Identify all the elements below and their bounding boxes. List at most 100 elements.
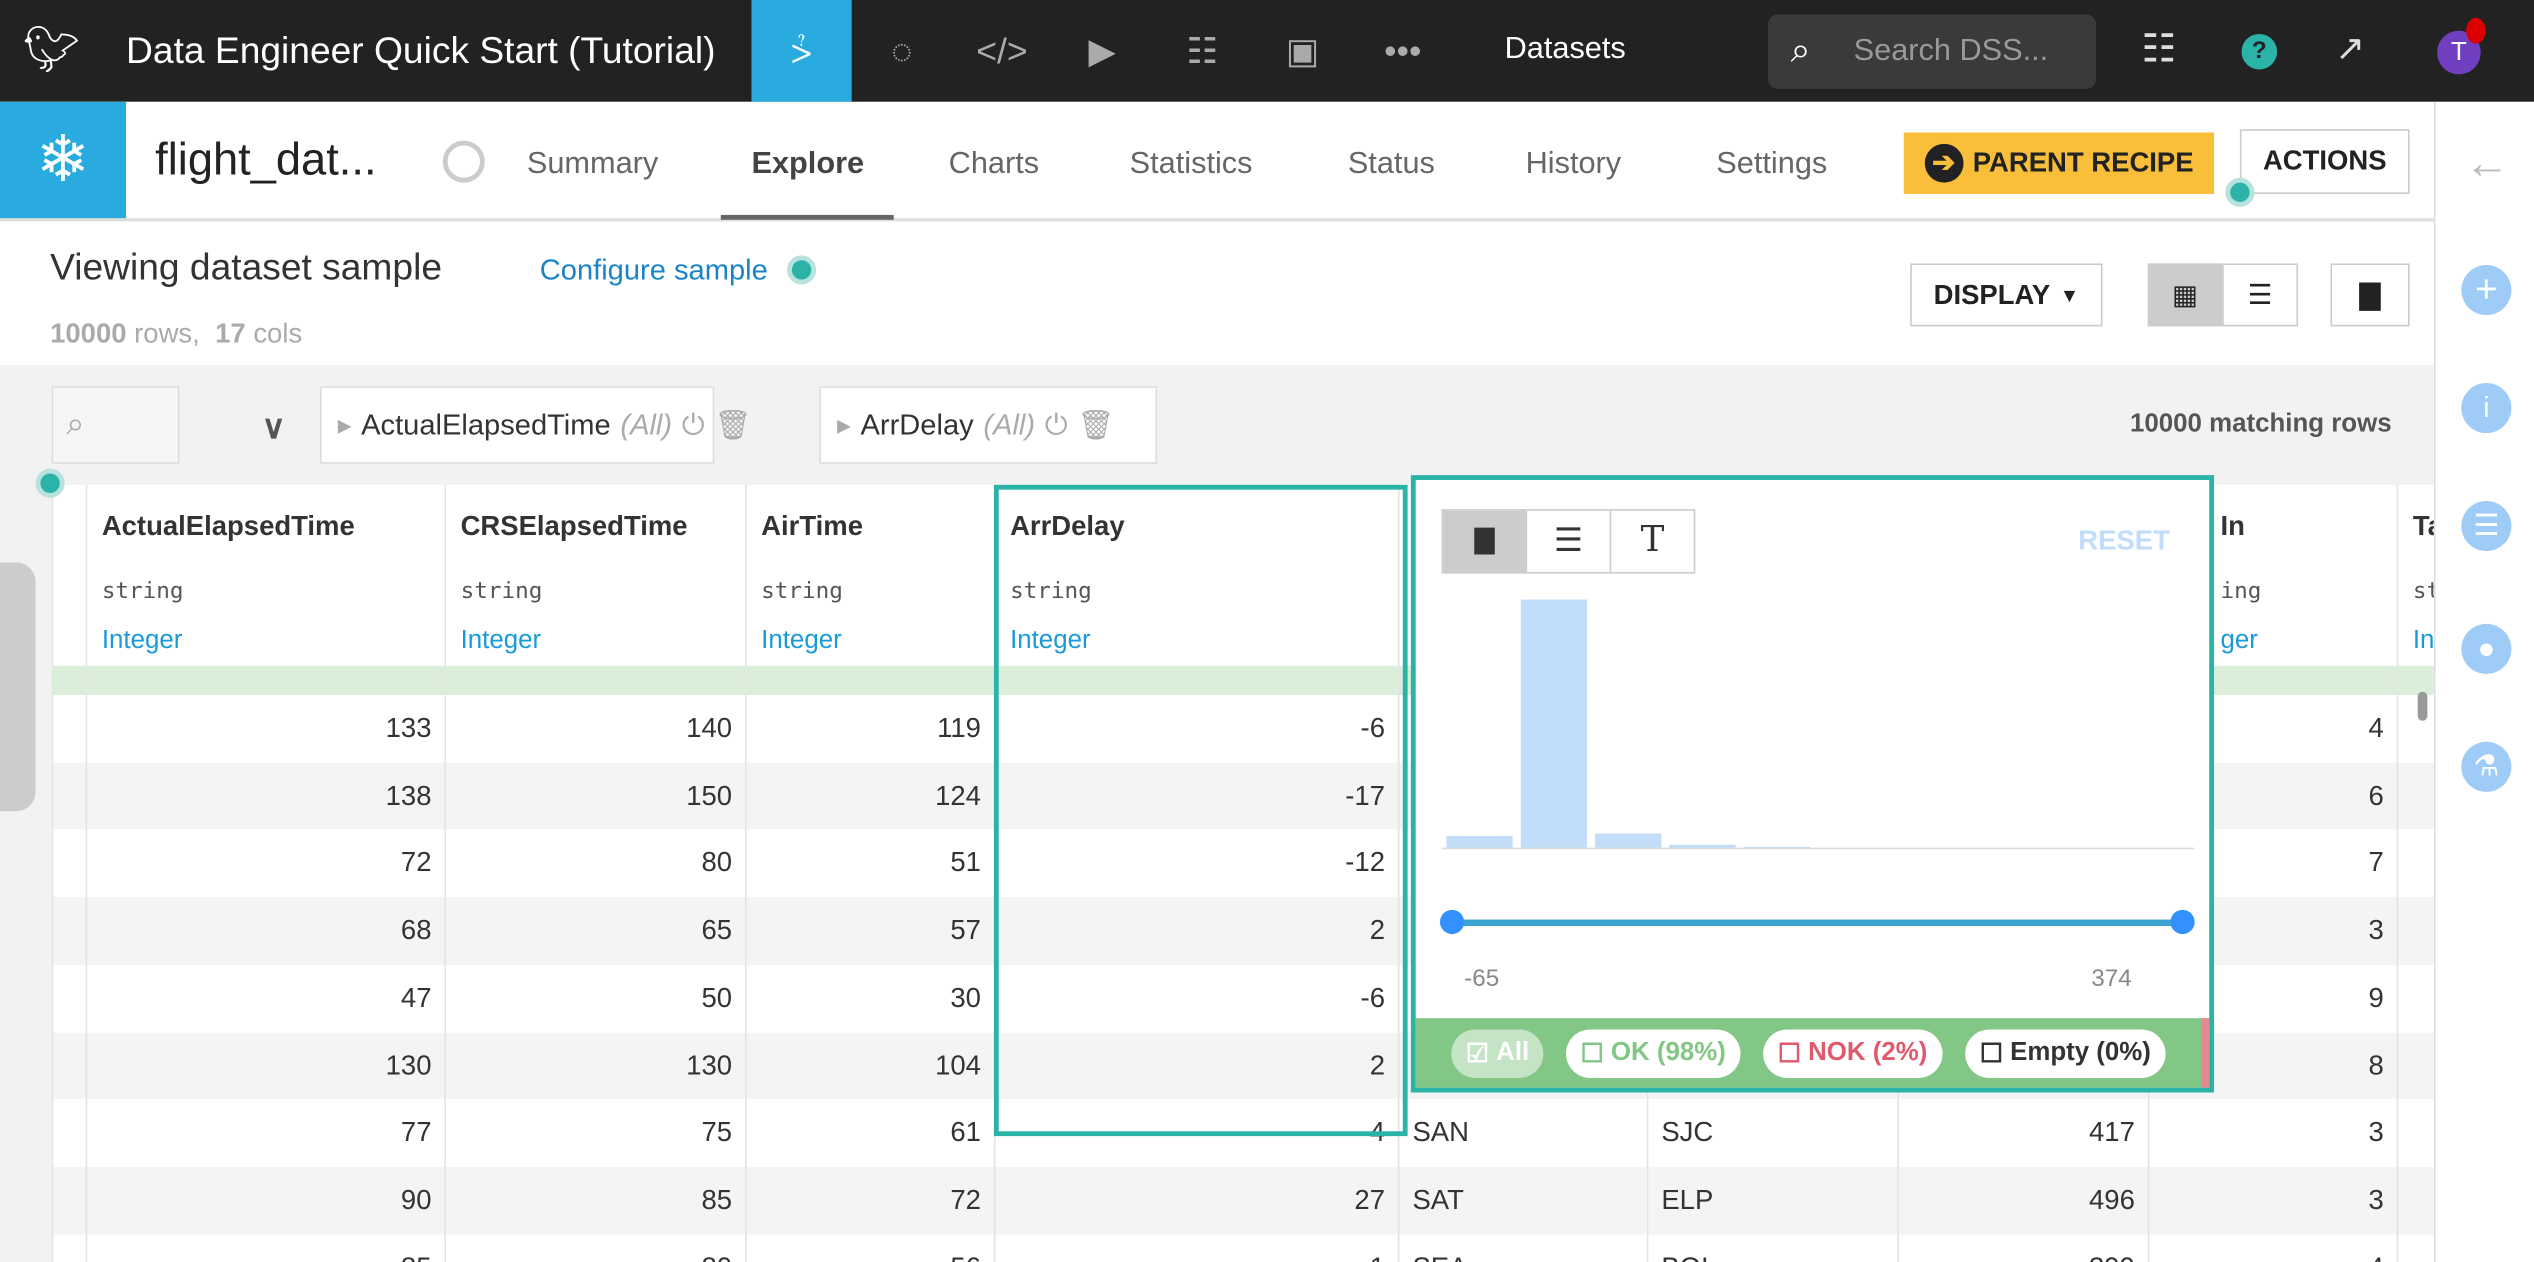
tutorial-hotspot[interactable] (2225, 177, 2255, 207)
trash-icon[interactable]: 🗑︎ (1078, 408, 1115, 442)
table-cell[interactable]: 27 (996, 1167, 1398, 1234)
table-cell[interactable]: 51 (747, 830, 994, 897)
power-icon[interactable]: ⏻ (1045, 408, 1068, 442)
column-header[interactable]: ActualElapsedTime (102, 511, 355, 543)
table-cell[interactable]: 77 (87, 1099, 444, 1166)
table-cell[interactable]: 3 (2149, 1167, 2396, 1234)
table-cell[interactable]: 72 (87, 830, 444, 897)
column-meaning[interactable]: ger (2221, 627, 2258, 656)
search-input[interactable]: ⌕ (51, 386, 180, 464)
display-dropdown[interactable]: DISPLAY ▼ (1910, 263, 2103, 327)
table-cell[interactable] (2398, 762, 2434, 829)
comment-icon[interactable]: ● (2461, 623, 2512, 674)
table-cell[interactable]: SAN (1400, 1099, 1647, 1166)
table-cell[interactable]: ELP (1648, 1167, 1897, 1234)
list-view-button[interactable]: ☰ (2222, 263, 2299, 327)
table-icon[interactable]: ☰ (2461, 500, 2512, 552)
table-cell[interactable]: SAT (1400, 1167, 1647, 1234)
project-title[interactable]: Data Engineer Quick Start (Tutorial) (126, 29, 715, 73)
vertical-scrollbar[interactable] (2417, 691, 2428, 721)
table-cell[interactable]: 130 (87, 1032, 444, 1099)
lifecycle-icon[interactable]: ◌ (852, 0, 952, 102)
range-slider-track[interactable] (1451, 919, 2182, 927)
parent-recipe-button[interactable]: ➔ PARENT RECIPE (1903, 132, 2215, 194)
compass-icon[interactable] (442, 140, 485, 183)
table-cell[interactable] (2398, 830, 2434, 897)
activity-icon[interactable]: ↗ (2335, 27, 2365, 69)
actions-button[interactable]: ACTIONS (2239, 129, 2410, 194)
table-cell[interactable]: 104 (747, 1032, 994, 1099)
table-cell[interactable]: 119 (747, 695, 994, 762)
histogram-view-icon[interactable]: ▇ (1443, 510, 1526, 573)
tab-explore[interactable]: Explore (751, 147, 864, 183)
filter-arrdelay[interactable]: ▶ ArrDelay (All) ⏻ 🗑︎ (819, 386, 1158, 464)
table-cell[interactable]: 1 (996, 1234, 1398, 1262)
apps-grid-icon[interactable]: ☷ (2141, 26, 2176, 73)
table-cell[interactable] (2398, 964, 2434, 1031)
list-view-icon[interactable]: ☰ (1525, 510, 1610, 573)
table-cell[interactable]: 56 (747, 1234, 994, 1262)
more-icon[interactable]: ••• (1353, 0, 1453, 102)
table-cell[interactable]: 130 (446, 1032, 745, 1099)
table-cell[interactable] (2398, 695, 2434, 762)
table-cell[interactable]: 85 (446, 1167, 745, 1234)
table-cell[interactable]: 90 (87, 1167, 444, 1234)
table-cell[interactable] (2398, 1234, 2434, 1262)
table-cell[interactable]: 30 (747, 964, 994, 1031)
range-slider-max-handle[interactable] (2170, 909, 2195, 935)
lab-icon[interactable]: ⚗ (2461, 741, 2512, 792)
search-box[interactable]: ⌕ Search DSS... (1768, 14, 2097, 89)
table-cell[interactable]: 65 (446, 897, 745, 964)
column-header[interactable]: AirTime (761, 511, 863, 543)
tab-summary[interactable]: Summary (527, 147, 658, 183)
configure-sample-link[interactable]: Configure sample (540, 254, 768, 288)
dashboard-icon[interactable]: ▣ (1252, 0, 1352, 102)
tab-history[interactable]: History (1526, 147, 1622, 183)
code-icon[interactable]: </> (952, 0, 1052, 102)
table-cell[interactable]: 68 (87, 897, 444, 964)
chevron-down-icon[interactable]: ∨ (262, 407, 286, 447)
section-label[interactable]: Datasets (1505, 32, 1626, 68)
column-meaning[interactable]: Integer (461, 627, 542, 656)
table-cell[interactable]: 417 (1899, 1099, 2148, 1166)
chip-empty[interactable]: ☐ Empty (0%) (1965, 1029, 2166, 1078)
table-cell[interactable]: 50 (446, 964, 745, 1031)
table-cell[interactable]: 496 (1899, 1167, 2148, 1234)
tutorial-hotspot[interactable] (35, 468, 65, 498)
tab-settings[interactable]: Settings (1716, 147, 1827, 183)
table-cell[interactable] (2398, 1167, 2434, 1234)
table-cell[interactable]: 140 (446, 695, 745, 762)
table-cell[interactable]: 57 (747, 897, 994, 964)
table-cell[interactable] (2398, 897, 2434, 964)
column-meaning[interactable]: In (2413, 627, 2434, 656)
chip-all[interactable]: ☑ All (1451, 1029, 1544, 1078)
table-cell[interactable]: 61 (747, 1099, 994, 1166)
run-icon[interactable]: ▶ (1052, 0, 1152, 102)
table-cell[interactable]: 85 (87, 1234, 444, 1262)
column-meaning[interactable]: Integer (102, 627, 183, 656)
tab-statistics[interactable]: Statistics (1130, 147, 1253, 183)
table-cell[interactable]: BOI (1648, 1234, 1897, 1262)
table-cell[interactable]: 80 (446, 1234, 745, 1262)
column-header[interactable]: In (2221, 511, 2245, 543)
add-icon[interactable]: + (2461, 265, 2512, 316)
reset-button[interactable]: RESET (2078, 525, 2170, 557)
table-cell[interactable]: 150 (446, 762, 745, 829)
table-cell[interactable]: 3 (2149, 1099, 2396, 1166)
range-slider-min-handle[interactable] (1439, 909, 1465, 935)
chip-nok[interactable]: ☐ NOK (2%) (1763, 1029, 1942, 1078)
table-cell[interactable] (2398, 1099, 2434, 1166)
chip-ok[interactable]: ☐ OK (98%) (1566, 1029, 1741, 1078)
deploy-icon[interactable]: ☷ (1152, 0, 1252, 102)
chart-view-button[interactable]: ▇ (2330, 263, 2410, 327)
flow-icon[interactable]: ⩼ (751, 0, 852, 102)
tab-charts[interactable]: Charts (949, 147, 1039, 183)
table-cell[interactable]: 75 (446, 1099, 745, 1166)
table-view-button[interactable]: ▦ (2147, 263, 2223, 327)
trash-icon[interactable]: 🗑︎ (715, 408, 752, 442)
back-arrow-icon[interactable]: ← (2465, 137, 2510, 189)
table-cell[interactable]: 47 (87, 964, 444, 1031)
power-icon[interactable]: ⏻ (682, 408, 705, 442)
table-cell[interactable]: 138 (87, 762, 444, 829)
tab-status[interactable]: Status (1348, 147, 1435, 183)
